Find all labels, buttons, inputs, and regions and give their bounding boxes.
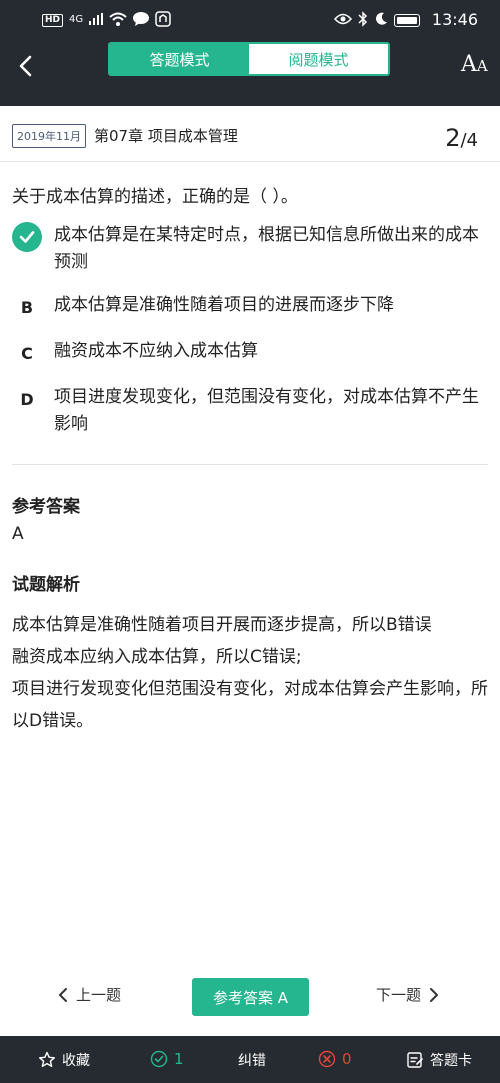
bottom-bar: 收藏 1 纠错 0 答题卡 xyxy=(0,1036,500,1083)
battery-icon xyxy=(393,13,420,27)
correct-count-value: 1 xyxy=(174,1050,184,1068)
check-icon xyxy=(19,231,35,243)
chevron-left-icon xyxy=(19,55,32,77)
chevron-left-icon xyxy=(59,987,67,1002)
option-d-marker: D xyxy=(20,389,34,409)
hd-badge: HD xyxy=(42,13,64,27)
back-button[interactable] xyxy=(12,52,40,80)
question-header: 2019年11月 第07章 项目成本管理 2/4 xyxy=(0,110,500,162)
prev-question-label: 上一题 xyxy=(76,986,122,1004)
bluetooth-icon xyxy=(358,10,368,30)
answer-card-button[interactable]: 答题卡 xyxy=(406,1050,472,1070)
option-c[interactable]: C 融资成本不应纳入成本估算 xyxy=(12,338,488,368)
next-question-label: 下一题 xyxy=(376,986,422,1004)
progress-total: 4 xyxy=(466,130,478,151)
font-size-button[interactable]: A A xyxy=(461,52,488,77)
eye-icon xyxy=(333,13,352,28)
wrong-count[interactable]: 0 xyxy=(318,1050,352,1068)
status-bar: HD 4G 13:46 xyxy=(0,0,500,40)
option-b-text: 成本估算是准确性随着项目的进展而逐步下降 xyxy=(54,295,394,315)
status-left: HD 4G xyxy=(42,10,171,30)
analysis-line: 融资成本应纳入成本估算，所以C错误; xyxy=(12,647,302,667)
correct-count[interactable]: 1 xyxy=(150,1050,184,1068)
cross-circle-icon xyxy=(318,1050,336,1068)
status-right: 13:46 xyxy=(333,10,478,30)
font-size-big: A xyxy=(461,52,477,77)
option-a-text: 成本估算是在某特定时点，根据已知信息所做出来的成本预测 xyxy=(54,225,479,272)
reference-title: 参考答案 xyxy=(12,497,80,517)
option-a[interactable]: 成本估算是在某特定时点，根据已知信息所做出来的成本预测 xyxy=(12,222,488,276)
analysis-line: 成本估算是准确性随着项目开展而逐步提高，所以B错误 xyxy=(12,615,432,635)
options-list: 成本估算是在某特定时点，根据已知信息所做出来的成本预测 B 成本估算是准确性随着… xyxy=(12,222,488,454)
tab-read-mode[interactable]: 阅题模式 xyxy=(249,44,388,74)
font-size-small: A xyxy=(476,57,488,75)
question-text: 关于成本估算的描述，正确的是（ ）。 xyxy=(12,187,298,207)
moon-icon xyxy=(374,12,388,29)
option-b[interactable]: B 成本估算是准确性随着项目的进展而逐步下降 xyxy=(12,292,488,322)
progress-current: 2 xyxy=(445,124,461,152)
analysis-line: 项目进行发现变化但范围没有变化，对成本估算会产生影响，所以D错误。 xyxy=(12,679,488,731)
signal-label: 4G xyxy=(69,14,84,25)
message-icon xyxy=(133,11,150,29)
wrong-count-value: 0 xyxy=(342,1050,352,1068)
option-c-marker: C xyxy=(21,343,33,363)
favorite-label: 收藏 xyxy=(62,1053,90,1069)
year-tag: 2019年11月 xyxy=(12,123,86,148)
reference-value: A xyxy=(12,524,24,544)
reference-answer-button[interactable]: 参考答案 A xyxy=(192,978,309,1016)
next-question-button[interactable]: 下一题 xyxy=(376,984,439,1005)
option-d-text: 项目进度发现变化，但范围没有变化，对成本估算不产生影响 xyxy=(54,387,479,434)
option-a-marker xyxy=(12,222,42,252)
chapter-title: 第07章 项目成本管理 xyxy=(94,127,238,145)
check-circle-icon xyxy=(150,1050,168,1068)
chevron-right-icon xyxy=(430,987,439,1002)
status-time: 13:46 xyxy=(431,10,478,29)
question-nav: 上一题 参考答案 A 下一题 xyxy=(0,976,500,1018)
answer-card-icon xyxy=(407,1052,423,1068)
option-d[interactable]: D 项目进度发现变化，但范围没有变化，对成本估算不产生影响 xyxy=(12,384,488,438)
analysis-title: 试题解析 xyxy=(12,575,80,595)
divider xyxy=(12,464,488,465)
tab-answer-mode[interactable]: 答题模式 xyxy=(110,44,249,74)
wifi-icon xyxy=(109,12,127,29)
top-header: 答题模式 阅题模式 A A xyxy=(0,40,500,106)
signal-icon xyxy=(89,12,104,28)
report-error-button[interactable]: 纠错 xyxy=(238,1050,266,1070)
app-notify-icon xyxy=(155,10,171,30)
mode-toggle: 答题模式 阅题模式 xyxy=(108,42,390,76)
option-c-text: 融资成本不应纳入成本估算 xyxy=(54,341,258,361)
option-b-marker: B xyxy=(20,297,34,317)
report-error-label: 纠错 xyxy=(238,1053,266,1069)
question-progress: 2/4 xyxy=(445,124,478,152)
star-icon xyxy=(39,1051,55,1067)
answer-card-label: 答题卡 xyxy=(430,1053,472,1069)
analysis-body: 成本估算是准确性随着项目开展而逐步提高，所以B错误 融资成本应纳入成本估算，所以… xyxy=(12,609,490,737)
prev-question-button[interactable]: 上一题 xyxy=(58,984,121,1005)
favorite-button[interactable]: 收藏 xyxy=(38,1050,90,1070)
